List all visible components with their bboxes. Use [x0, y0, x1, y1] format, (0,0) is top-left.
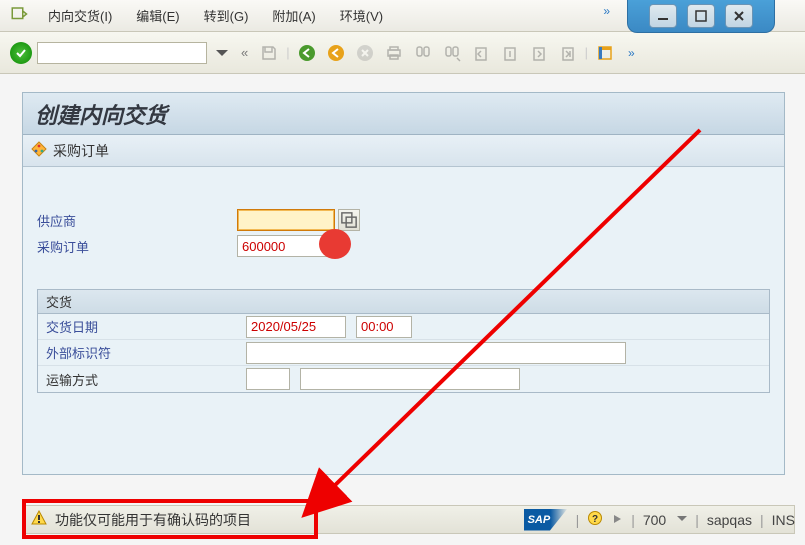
- menu-environment[interactable]: 环境(V): [336, 4, 387, 27]
- enter-button[interactable]: [10, 42, 32, 64]
- help-icon[interactable]: ?: [587, 510, 603, 529]
- po-reference-icon: [31, 141, 47, 160]
- delivery-group: 交货 交货日期 外部标识符 运输方式: [37, 289, 770, 393]
- vendor-input[interactable]: [237, 209, 335, 231]
- transport-label: 运输方式: [46, 370, 246, 389]
- delivery-date-input[interactable]: [246, 316, 346, 338]
- find-icon[interactable]: [412, 42, 434, 64]
- redaction-icon: [319, 229, 351, 259]
- back-nav-icon[interactable]: [296, 42, 318, 64]
- print-icon[interactable]: [383, 42, 405, 64]
- find-next-icon[interactable]: [441, 42, 463, 64]
- menu-expand-icon[interactable]: »: [603, 4, 610, 18]
- close-button[interactable]: [725, 4, 753, 28]
- sap-logo: SAP: [524, 509, 568, 531]
- po-reference-button[interactable]: 采购订单: [53, 141, 109, 161]
- page-title: 创建内向交货: [23, 93, 784, 135]
- vendor-label: 供应商: [37, 211, 237, 230]
- delivery-group-title: 交货: [38, 290, 769, 314]
- transport-desc-input[interactable]: [300, 368, 520, 390]
- maximize-button[interactable]: [687, 4, 715, 28]
- client-dropdown-icon[interactable]: [677, 516, 687, 521]
- form-area: 供应商 采购订单 交货 交货日期: [23, 167, 784, 403]
- toolbar-expand-icon[interactable]: »: [628, 46, 635, 60]
- save-icon[interactable]: [258, 42, 280, 64]
- delivery-date-label: 交货日期: [46, 317, 246, 336]
- menu-goto[interactable]: 转到(G): [200, 4, 253, 27]
- menu-extras[interactable]: 附加(A): [268, 4, 319, 27]
- page-area: 创建内向交货 采购订单 供应商 采购订单 交货: [22, 92, 785, 475]
- back-button[interactable]: «: [241, 45, 248, 60]
- svg-text:?: ?: [592, 514, 598, 525]
- menu-inbound-delivery[interactable]: 内向交货(I): [44, 4, 116, 27]
- next-page-icon[interactable]: [528, 42, 550, 64]
- session-icon[interactable]: [611, 512, 623, 528]
- input-mode: INS: [772, 512, 795, 528]
- client-number: 700: [643, 512, 666, 528]
- warning-icon: [31, 510, 47, 529]
- command-field[interactable]: [37, 42, 207, 64]
- system-name: sapqas: [707, 512, 752, 528]
- extid-label: 外部标识符: [46, 343, 246, 362]
- last-page-icon[interactable]: [557, 42, 579, 64]
- toolbar: « | | »: [0, 32, 805, 74]
- command-dropdown-icon[interactable]: [212, 42, 232, 64]
- menu-edit[interactable]: 编辑(E): [132, 4, 183, 27]
- application-toolbar: 采购订单: [23, 135, 784, 167]
- po-label: 采购订单: [37, 237, 237, 256]
- status-right: SAP | ? | 700 | sapqas | INS: [524, 505, 795, 534]
- vendor-f4-button[interactable]: [338, 209, 360, 231]
- window-controls: [627, 0, 775, 33]
- cancel-icon[interactable]: [354, 42, 376, 64]
- transport-code-input[interactable]: [246, 368, 290, 390]
- extid-input[interactable]: [246, 342, 626, 364]
- layout-icon[interactable]: [594, 42, 616, 64]
- prev-page-icon[interactable]: [499, 42, 521, 64]
- exit-nav-icon[interactable]: [325, 42, 347, 64]
- status-message: 功能仅可能用于有确认码的项目: [55, 510, 251, 530]
- menu-lead-icon: [10, 5, 28, 26]
- delivery-time-input[interactable]: [356, 316, 412, 338]
- first-page-icon[interactable]: [470, 42, 492, 64]
- menu-bar: 内向交货(I) 编辑(E) 转到(G) 附加(A) 环境(V) »: [0, 0, 805, 32]
- minimize-button[interactable]: [649, 4, 677, 28]
